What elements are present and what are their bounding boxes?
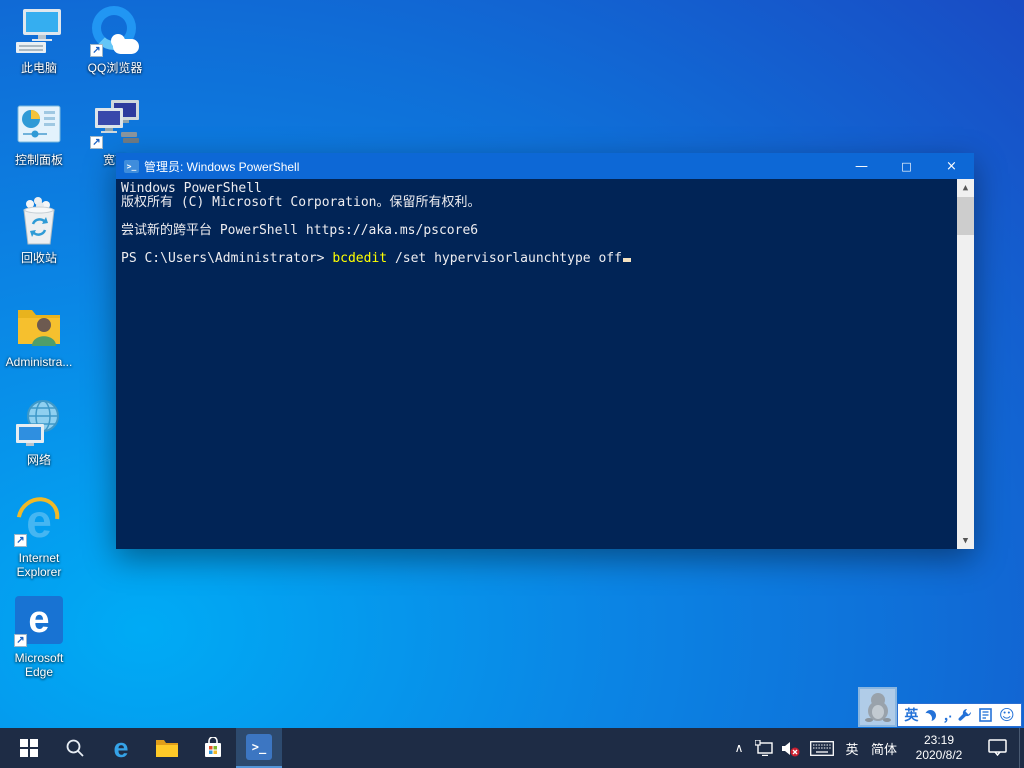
taskbar: e >_ ∧ [0,728,1024,768]
search-button[interactable] [52,728,98,768]
taskbar-powershell-button[interactable]: >_ [236,728,282,768]
desktop-icon-label: Microsoft Edge [0,651,78,679]
desktop-icon-label: 此电脑 [0,61,78,75]
window-title: 管理员: Windows PowerShell [144,158,839,175]
ime-emoji-smiley-icon[interactable]: ☺ [999,705,1015,725]
desktop-icon-admin-folder[interactable]: Administra... [0,300,78,369]
system-tray: ∧ 英 简体 23: [727,728,1024,768]
minimize-button[interactable]: — [839,153,884,179]
show-desktop-button[interactable] [1019,728,1024,768]
scrollbar-down-arrow-icon[interactable]: ▼ [957,532,974,549]
desktop-icon-label: Internet Explorer [0,551,78,579]
shortcut-arrow-icon: ↗ [14,534,27,547]
windows-logo-icon [20,739,38,757]
clock-time: 23:19 [924,733,954,748]
console-command: bcdedit [332,251,387,266]
scrollbar-thumb[interactable] [957,197,974,235]
taskbar-file-explorer-button[interactable] [144,728,190,768]
action-center-icon [988,739,1007,757]
console-line: 版权所有 (C) Microsoft Corporation。保留所有权利。 [121,196,954,210]
shortcut-arrow-icon: ↗ [90,44,103,57]
powershell-window: >_ 管理员: Windows PowerShell — □ × Windows… [116,153,974,549]
user-folder-icon [13,300,65,352]
tray-touch-keyboard-button[interactable] [805,728,839,768]
tray-clock[interactable]: 23:19 2020/8/2 [903,728,975,768]
ime-input-panel-icon[interactable] [979,705,992,725]
recycle-bin-icon [13,196,65,248]
taskbar-edge-button[interactable]: e [98,728,144,768]
console-cursor [623,258,631,262]
console-blank-line [121,210,954,224]
clock-date: 2020/8/2 [916,748,963,763]
penguin-icon [864,692,892,722]
powershell-icon: >_ [124,160,139,173]
console-prompt-line: PS C:\Users\Administrator> bcdedit /set … [121,252,954,266]
control-panel-icon [13,98,65,150]
folder-icon [155,738,179,758]
tray-show-hidden-icons[interactable]: ∧ [727,728,751,768]
action-center-button[interactable] [975,728,1019,768]
start-button[interactable] [6,728,52,768]
desktop-icon-this-pc[interactable]: 此电脑 [0,6,78,75]
network-icon [13,398,65,450]
scrollbar-up-arrow-icon[interactable]: ▲ [957,179,974,196]
microsoft-edge-icon: e ↗ [13,596,65,648]
shortcut-arrow-icon: ↗ [90,136,103,149]
desktop: { "desktop": { "icons": [ { "id": "this-… [0,0,1024,768]
qq-login-avatar[interactable] [858,687,897,727]
broadband-icon: ↗ [89,98,141,150]
console-command-args: /set hypervisorlaunchtype off [387,251,622,266]
desktop-icon-label: Administra... [0,355,78,369]
desktop-icon-network[interactable]: 网络 [0,398,78,467]
microsoft-store-icon [202,737,224,759]
ime-language-toggle[interactable]: 英 [904,705,918,725]
qq-browser-icon: ↗ [89,6,141,58]
tray-network-button[interactable] [751,728,777,768]
tray-input-language-indicator[interactable]: 英 [839,728,865,768]
desktop-icon-label: 回收站 [0,251,78,265]
internet-explorer-icon: e ↗ [13,496,65,548]
powershell-icon: >_ [246,734,272,760]
ime-fullwidth-moon-icon[interactable] [925,705,936,725]
desktop-icon-recycle-bin[interactable]: 回收站 [0,196,78,265]
ime-wrench-icon[interactable] [958,705,972,725]
console-line: 尝试新的跨平台 PowerShell https://aka.ms/pscore… [121,224,954,238]
desktop-icon-label: 控制面板 [0,153,78,167]
close-button[interactable]: × [929,153,974,179]
desktop-icon-label: QQ浏览器 [76,61,154,75]
desktop-icon-qq-browser[interactable]: ↗ QQ浏览器 [76,6,154,75]
ethernet-network-icon [755,740,774,756]
maximize-button[interactable]: □ [884,153,929,179]
this-pc-icon [13,6,65,58]
desktop-icon-microsoft-edge[interactable]: e ↗ Microsoft Edge [0,596,78,679]
console-scrollbar[interactable]: ▲ ▼ [957,179,974,549]
console-output[interactable]: Windows PowerShell 版权所有 (C) Microsoft Co… [116,179,974,549]
tray-ime-scheme-indicator[interactable]: 简体 [865,728,903,768]
console-prompt: PS C:\Users\Administrator> [121,251,332,266]
ime-punctuation-toggle[interactable]: ，· [943,705,952,725]
console-blank-line [121,238,954,252]
search-icon [65,738,85,758]
window-titlebar[interactable]: >_ 管理员: Windows PowerShell — □ × [116,153,974,179]
taskbar-store-button[interactable] [190,728,236,768]
shortcut-arrow-icon: ↗ [14,634,27,647]
desktop-icon-label: 网络 [0,453,78,467]
desktop-icon-internet-explorer[interactable]: e ↗ Internet Explorer [0,496,78,579]
volume-muted-icon [781,740,801,757]
edge-icon: e [113,735,128,762]
desktop-icon-control-panel[interactable]: 控制面板 [0,98,78,167]
tray-volume-button[interactable] [777,728,805,768]
console-line: Windows PowerShell [121,182,954,196]
keyboard-icon [810,741,834,756]
ime-toolbar: 英 ，· ☺ [897,703,1022,727]
